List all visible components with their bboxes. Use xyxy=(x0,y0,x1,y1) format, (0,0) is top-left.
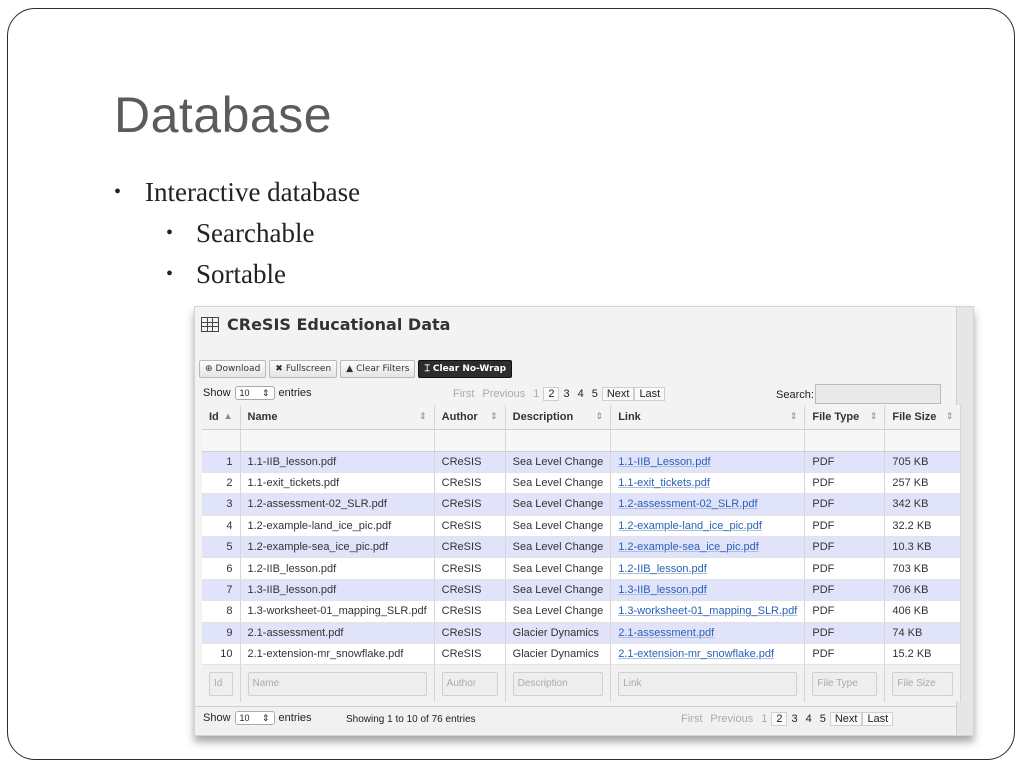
show-entries-bottom: Show 10 ⇕ entries xyxy=(203,711,312,725)
download-button[interactable]: ⊕ Download xyxy=(199,360,267,378)
entries-select[interactable]: 10 ⇕ xyxy=(234,711,275,725)
sort-icon: ⇕ xyxy=(490,410,498,421)
bullet-dot-icon: • xyxy=(166,222,174,244)
table-row[interactable]: 8 1.3-worksheet-01_mapping_SLR.pdf CReSIS S… xyxy=(202,600,962,623)
pagination-top: First Previous 1 2 3 4 5 Next Last xyxy=(449,387,666,401)
filter-input-author[interactable]: Author xyxy=(441,671,498,696)
filter-input-id[interactable]: Id xyxy=(209,671,233,696)
file-link[interactable]: 1.2-example-sea_ice_pic.pdf xyxy=(618,541,759,553)
table-row[interactable]: 10 2.1-extension-mr_snowflake.pdf CReSIS Gl… xyxy=(202,643,962,666)
slide-title: Database xyxy=(114,87,333,143)
page-link[interactable]: 1 xyxy=(757,713,771,725)
bullet-item: • Sortable xyxy=(112,254,360,295)
table-row[interactable]: 6 1.2-IIB_lesson.pdf CReSIS Sea Level Chang… xyxy=(202,557,962,580)
wrap-icon: ⌶ xyxy=(424,364,430,374)
page-link[interactable]: 3 xyxy=(559,388,573,400)
clear-nowrap-button[interactable]: ⌶ Clear No-Wrap xyxy=(418,360,513,378)
filter-input-description[interactable]: Description xyxy=(512,671,604,696)
last-page-link[interactable]: Last xyxy=(634,387,666,401)
page-link[interactable]: 5 xyxy=(588,388,602,400)
show-entries-top: Show 10 ⇕ entries xyxy=(203,386,312,400)
pagination-bottom: First Previous 1 2 3 4 5 Next Last xyxy=(677,712,894,726)
column-header-id[interactable]: Id ▲ xyxy=(202,405,241,430)
file-link[interactable]: 1.2-IIB_lesson.pdf xyxy=(618,563,707,575)
table-row[interactable]: 9 2.1-assessment.pdf CReSIS Glacier Dynamic… xyxy=(202,622,962,645)
bullet-list: • Interactive database • Searchable • Sorta… xyxy=(112,172,360,295)
sort-icon: ⇕ xyxy=(419,410,427,421)
first-page-link[interactable]: First xyxy=(449,388,478,400)
filter-input-file-size[interactable]: File Size xyxy=(892,671,954,696)
file-link[interactable]: 1.2-assessment-02_SLR.pdf xyxy=(618,498,757,510)
column-header-author[interactable]: Author ⇕ xyxy=(434,405,506,430)
search-label: Search: xyxy=(776,389,814,401)
header-row: Id ▲ Name ⇕ Author ⇕ Description ⇕ Link ⇕ Fil… xyxy=(202,405,962,430)
previous-page-link[interactable]: Previous xyxy=(478,388,529,400)
table-row[interactable]: 3 1.2-assessment-02_SLR.pdf CReSIS Sea Leve… xyxy=(202,493,962,516)
updown-icon: ⇕ xyxy=(261,387,270,398)
first-page-link[interactable]: First xyxy=(677,713,706,725)
download-icon: ⊕ xyxy=(205,364,213,374)
table-row[interactable]: 2 1.1-exit_tickets.pdf CReSIS Sea Level Cha… xyxy=(202,472,962,495)
table-row[interactable]: 4 1.2-example-land_ice_pic.pdf CReSIS Sea L… xyxy=(202,515,962,538)
bullet-dot-icon: • xyxy=(166,263,174,285)
column-header-description[interactable]: Description ⇕ xyxy=(505,405,612,430)
filter-icon: ▲ xyxy=(346,364,354,374)
fullscreen-button[interactable]: ✖ Fullscreen xyxy=(269,360,338,378)
page-link[interactable]: 2 xyxy=(771,712,788,726)
page-link[interactable]: 3 xyxy=(787,713,801,725)
entries-select[interactable]: 10 ⇕ xyxy=(234,386,275,400)
updown-icon: ⇕ xyxy=(261,712,270,723)
file-link[interactable]: 1.3-IIB_lesson.pdf xyxy=(618,584,707,596)
sort-icon: ⇕ xyxy=(789,410,798,421)
page-link[interactable]: 2 xyxy=(543,387,560,401)
entries-info: Showing 1 to 10 of 76 entries xyxy=(346,714,476,725)
sort-icon: ⇕ xyxy=(595,410,604,421)
file-link[interactable]: 1.3-worksheet-01_mapping_SLR.pdf xyxy=(618,605,797,617)
table-icon xyxy=(201,317,219,332)
column-header-file-size[interactable]: File Size ⇕ xyxy=(884,405,962,430)
app-title: CReSIS Educational Data xyxy=(201,315,450,334)
sort-icon: ⇕ xyxy=(869,410,878,421)
page-link[interactable]: 4 xyxy=(574,388,588,400)
toolbar: ⊕ Download ✖ Fullscreen ▲ Clear Filters ⌶ Cl… xyxy=(199,360,513,378)
data-table: Id ▲ Name ⇕ Author ⇕ Description ⇕ Link ⇕ Fil… xyxy=(202,405,962,702)
database-screenshot: CReSIS Educational Data ⊕ Download ✖ Fulls… xyxy=(194,306,974,736)
bullet-item: • Searchable xyxy=(112,213,360,254)
page-link[interactable]: 5 xyxy=(816,713,830,725)
table-row[interactable]: 7 1.3-IIB_lesson.pdf CReSIS Sea Level Chang… xyxy=(202,579,962,602)
search-input[interactable] xyxy=(815,384,941,404)
file-link[interactable]: 1.1-IIB_Lesson.pdf xyxy=(618,456,710,468)
bullet-dot-icon: • xyxy=(114,181,122,203)
file-link[interactable]: 2.1-extension-mr_snowflake.pdf xyxy=(618,648,774,660)
column-header-link[interactable]: Link ⇕ xyxy=(610,405,806,430)
filter-row: Id Name Author Description Link File Typ… xyxy=(202,664,962,702)
sort-icon: ⇕ xyxy=(945,410,954,421)
table-row[interactable]: 1 1.1-IIB_lesson.pdf CReSIS Sea Level Chang… xyxy=(202,451,962,473)
column-header-name[interactable]: Name ⇕ xyxy=(240,405,435,430)
file-link[interactable]: 2.1-assessment.pdf xyxy=(618,627,714,639)
last-page-link[interactable]: Last xyxy=(862,712,894,726)
sort-asc-icon: ▲ xyxy=(223,410,233,421)
bullet-item: • Interactive database xyxy=(112,172,360,213)
file-link[interactable]: 1.2-example-land_ice_pic.pdf xyxy=(618,520,762,532)
filter-input-name[interactable]: Name xyxy=(247,671,427,696)
next-page-link[interactable]: Next xyxy=(829,712,863,726)
filter-input-file-type[interactable]: File Type xyxy=(812,671,878,696)
table-row[interactable]: 5 1.2-example-sea_ice_pic.pdf CReSIS Sea Le… xyxy=(202,536,962,559)
page-link[interactable]: 4 xyxy=(802,713,816,725)
file-link[interactable]: 1.1-exit_tickets.pdf xyxy=(618,477,710,489)
column-header-file-type[interactable]: File Type ⇕ xyxy=(804,405,886,430)
header-spacer-row xyxy=(202,429,962,452)
fullscreen-icon: ✖ xyxy=(275,364,283,374)
previous-page-link[interactable]: Previous xyxy=(706,713,757,725)
clear-filters-button[interactable]: ▲ Clear Filters xyxy=(340,360,416,378)
next-page-link[interactable]: Next xyxy=(601,387,635,401)
page-link[interactable]: 1 xyxy=(529,388,543,400)
filter-input-link[interactable]: Link xyxy=(618,671,798,696)
